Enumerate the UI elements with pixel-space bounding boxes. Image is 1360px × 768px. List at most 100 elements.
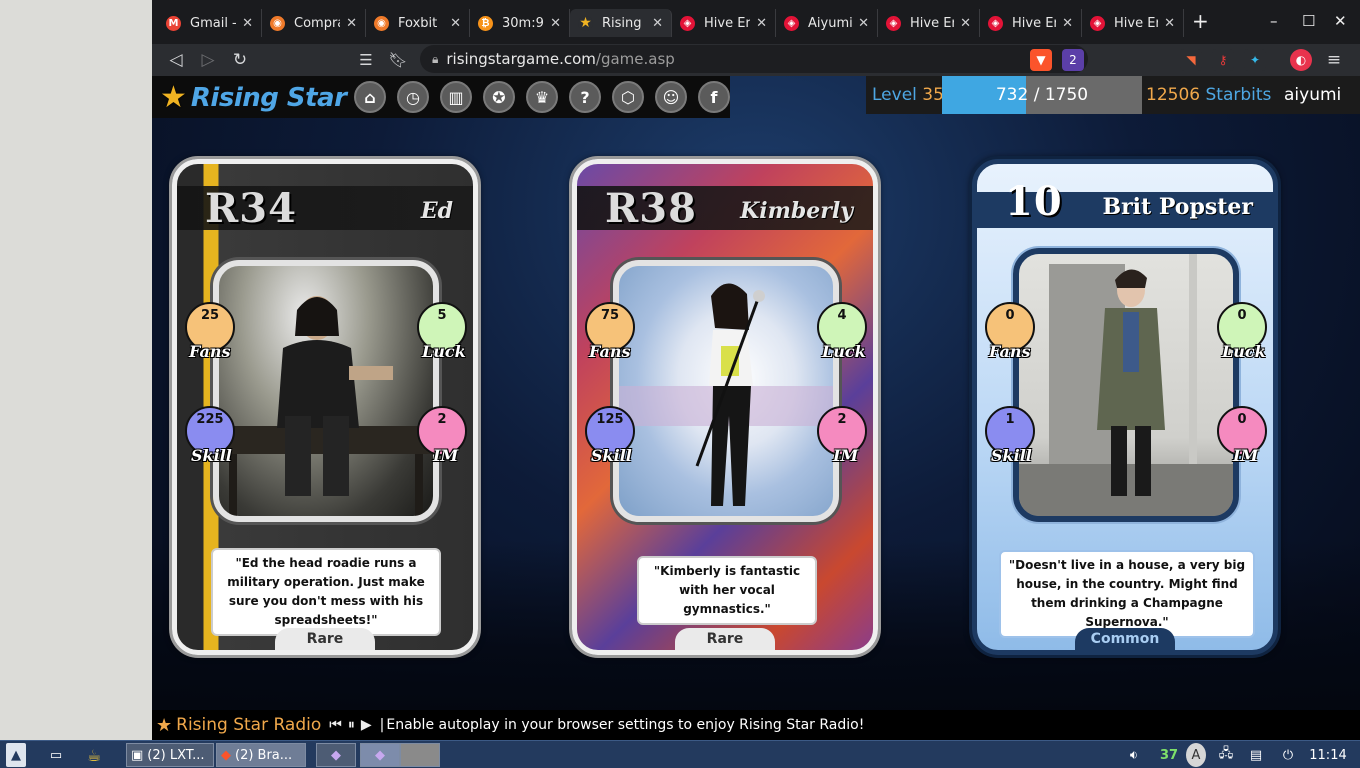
rising-star-logo[interactable]: ★ Rising Star bbox=[160, 81, 356, 115]
card-name: Kimberly bbox=[740, 198, 853, 224]
desktop-background bbox=[0, 0, 152, 740]
card-rarity: Rare bbox=[675, 628, 775, 650]
tab-foxbit[interactable]: ◉ Foxbit ✕ bbox=[366, 9, 470, 37]
tab-aiyumi[interactable]: ◈ Aiyumi ✕ bbox=[776, 9, 878, 37]
tab-label: Hive Er bbox=[1012, 15, 1057, 31]
profile-avatar[interactable]: ◐ bbox=[1290, 49, 1312, 71]
im-value: 2 bbox=[437, 412, 447, 427]
tab-timer[interactable]: ₿ 30m:9s✕ bbox=[470, 9, 570, 37]
xp-text: 732 / 1750 bbox=[942, 85, 1142, 105]
tab-rising[interactable]: ★ Rising ✕ bbox=[570, 9, 672, 37]
tab-hive-2[interactable]: ◈ Hive Er ✕ bbox=[878, 9, 980, 37]
tab-compra[interactable]: ◉ Compra✕ bbox=[262, 9, 366, 37]
workspace-3[interactable] bbox=[400, 743, 440, 767]
brave-icon: ◆ bbox=[221, 747, 231, 763]
star-icon: ★ bbox=[156, 714, 173, 736]
start-menu-icon[interactable]: ▲ bbox=[6, 743, 26, 767]
card-rank: R38 bbox=[605, 185, 697, 232]
battery-level: 37 bbox=[1160, 747, 1179, 763]
volume-icon[interactable]: 🔉︎ bbox=[1124, 743, 1144, 767]
brave-rewards-icon[interactable]: 2 bbox=[1062, 49, 1084, 71]
close-icon[interactable]: ✕ bbox=[236, 16, 253, 31]
xp-current: 732 bbox=[995, 85, 1029, 105]
close-icon[interactable]: ✕ bbox=[1056, 16, 1073, 31]
card-kimberly[interactable]: R38 Kimberly 75 Fans 4 Luck 125 Skill 2 … bbox=[572, 159, 878, 655]
key-extension-icon[interactable]: ⚷ bbox=[1212, 49, 1234, 71]
radio-bar: ★ Rising Star Radio ⏮ ⏸ ▶ | Enable autop… bbox=[152, 710, 1360, 740]
fans-value: 25 bbox=[200, 308, 220, 323]
taskbar-item-brave[interactable]: ◆ (2) Bra... bbox=[216, 743, 306, 767]
card-brit-popster[interactable]: 10 Brit Popster 0 Fans 0 Luck 1 Skill 0 … bbox=[972, 159, 1278, 655]
workspace-1[interactable]: ◆ bbox=[316, 743, 356, 767]
close-icon[interactable]: ✕ bbox=[646, 16, 663, 31]
puzzle-extension-icon[interactable]: ✦ bbox=[1244, 49, 1266, 71]
starbits-display: 12506 Starbits bbox=[1146, 85, 1271, 105]
fans-label: Fans bbox=[989, 342, 1031, 361]
rss-extension-icon[interactable]: ◥ bbox=[1180, 49, 1202, 71]
tab-label: Rising bbox=[602, 15, 642, 31]
card-rarity: Rare bbox=[275, 628, 375, 650]
forward-button[interactable]: ▷ bbox=[196, 48, 220, 72]
close-icon[interactable]: ✕ bbox=[954, 16, 971, 31]
workspace-2[interactable]: ◆ bbox=[360, 743, 400, 767]
tab-label: Aiyumi bbox=[808, 15, 853, 31]
maximize-button[interactable]: ☐ bbox=[1302, 12, 1315, 30]
accessibility-icon[interactable]: A bbox=[1186, 743, 1206, 767]
help-icon[interactable]: ? bbox=[569, 81, 601, 113]
luck-label: Luck bbox=[422, 342, 466, 361]
starbits-label: Starbits bbox=[1205, 85, 1272, 105]
tab-label: Hive Er bbox=[910, 15, 955, 31]
skill-value: 1 bbox=[1005, 412, 1015, 427]
close-icon[interactable]: ✕ bbox=[750, 16, 767, 31]
home-icon[interactable]: ⌂ bbox=[354, 81, 386, 113]
taskbar-item-terminal[interactable]: ▣ (2) LXT... bbox=[126, 743, 214, 767]
close-icon[interactable]: ✕ bbox=[1158, 16, 1175, 31]
play-button[interactable]: ▶ bbox=[361, 717, 374, 733]
new-tab-button[interactable]: + bbox=[1192, 9, 1209, 33]
tab-hive-3[interactable]: ◈ Hive Er ✕ bbox=[980, 9, 1082, 37]
trophy-icon[interactable]: ♛ bbox=[526, 81, 558, 113]
discord-icon[interactable]: ☺ bbox=[655, 81, 687, 113]
im-label: IM bbox=[833, 446, 859, 465]
cards-icon[interactable]: ▥ bbox=[440, 81, 472, 113]
menu-icon[interactable]: ≡ bbox=[1322, 48, 1346, 72]
bookmark-icon[interactable]: 🔖︎ bbox=[386, 48, 410, 72]
clock[interactable]: 11:14 bbox=[1308, 743, 1348, 767]
close-window-button[interactable]: ✕ bbox=[1334, 12, 1347, 30]
clipboard-icon[interactable]: ▤ bbox=[1246, 743, 1266, 767]
app-icon[interactable]: ☕︎ bbox=[80, 743, 108, 767]
close-icon[interactable]: ✕ bbox=[340, 16, 357, 31]
back-button[interactable]: ◁ bbox=[164, 48, 188, 72]
hive-icon[interactable]: ⬡ bbox=[612, 81, 644, 113]
username[interactable]: aiyumi bbox=[1284, 85, 1341, 105]
tab-gmail[interactable]: M Gmail - ✕ bbox=[158, 9, 262, 37]
brave-shields-icon[interactable]: ▼ bbox=[1030, 49, 1052, 71]
minimize-button[interactable]: – bbox=[1270, 12, 1278, 30]
network-icon[interactable]: 🖧︎ bbox=[1214, 743, 1238, 767]
radio-message: Enable autoplay in your browser settings… bbox=[386, 717, 865, 733]
card-quote: "Ed the head roadie runs a military oper… bbox=[211, 548, 441, 636]
tab-hive-1[interactable]: ◈ Hive Er ✕ bbox=[672, 9, 776, 37]
pause-button[interactable]: ⏸ bbox=[348, 717, 357, 733]
fans-value: 75 bbox=[600, 308, 620, 323]
power-icon[interactable]: ⏻ bbox=[1278, 743, 1298, 767]
hive-icon: ◈ bbox=[680, 15, 695, 31]
im-value: 0 bbox=[1237, 412, 1247, 427]
award-icon[interactable]: ✪ bbox=[483, 81, 515, 113]
close-icon[interactable]: ✕ bbox=[444, 16, 461, 31]
reader-mode-icon[interactable]: ☰ bbox=[354, 48, 378, 72]
url-field[interactable]: 🔒︎ risingstargame.com/game.asp bbox=[420, 45, 1088, 73]
hive-icon: ◈ bbox=[784, 15, 799, 31]
show-desktop-icon[interactable]: ▭ bbox=[44, 743, 68, 767]
browser-window: MGmail - ✕ ◉Compra✕ ◉Foxbit✕ ₿30m:9s✕ ★ R… bbox=[152, 0, 1360, 740]
close-icon[interactable]: ✕ bbox=[544, 16, 561, 31]
reload-button[interactable]: ↻ bbox=[228, 48, 252, 72]
prev-track-button[interactable]: ⏮ bbox=[329, 717, 344, 733]
card-photo bbox=[613, 260, 839, 522]
close-icon[interactable]: ✕ bbox=[852, 16, 869, 31]
facebook-icon[interactable]: f bbox=[698, 81, 730, 113]
card-ed[interactable]: R34 Ed 25 Fans 5 Luck 225 Skill 2 IM "Ed… bbox=[172, 159, 478, 655]
stopwatch-icon[interactable]: ◷ bbox=[397, 81, 429, 113]
tab-hive-4[interactable]: ◈ Hive Er ✕ bbox=[1082, 9, 1184, 37]
logo-text: Rising Star bbox=[190, 83, 347, 113]
